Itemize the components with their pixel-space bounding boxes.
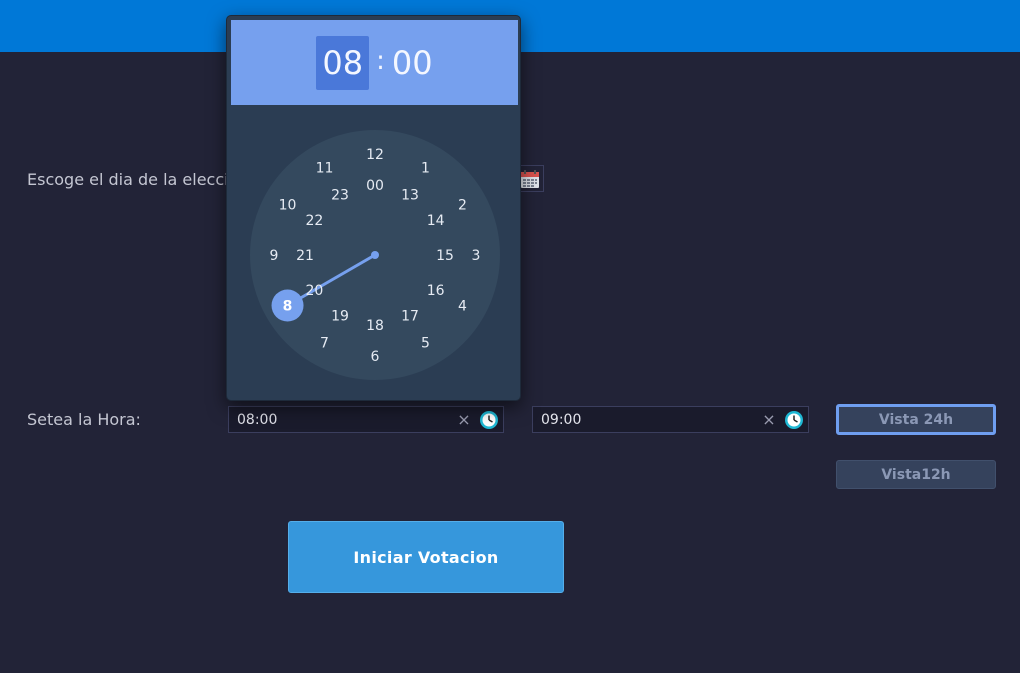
- inner-hour-18[interactable]: 18: [366, 318, 384, 334]
- time-picker-popup: 08 : 00 12 1 2 3 4 5 6 7 8 9 10 11 00 13 14 15 16 17 18 19 2…: [226, 15, 521, 401]
- view-24h-button[interactable]: Vista 24h: [836, 404, 996, 435]
- outer-hour-3[interactable]: 3: [472, 248, 481, 264]
- outer-hour-10[interactable]: 10: [279, 198, 297, 214]
- end-time-field[interactable]: 09:00 ×: [532, 406, 809, 433]
- inner-hour-14[interactable]: 14: [427, 213, 445, 229]
- clear-icon[interactable]: ×: [453, 411, 475, 428]
- outer-hour-9[interactable]: 9: [270, 248, 279, 264]
- clear-icon[interactable]: ×: [758, 411, 780, 428]
- calendar-icon: [521, 169, 539, 188]
- inner-hour-16[interactable]: 16: [427, 283, 445, 299]
- view-12h-button[interactable]: Vista12h: [836, 460, 996, 489]
- inner-hour-15[interactable]: 15: [436, 248, 454, 264]
- outer-hour-6[interactable]: 6: [371, 349, 380, 365]
- outer-hour-1[interactable]: 1: [421, 161, 430, 177]
- start-time-value[interactable]: 08:00: [229, 412, 453, 428]
- clock-icon: [785, 410, 803, 429]
- inner-hour-00[interactable]: 00: [366, 178, 384, 194]
- outer-hour-4[interactable]: 4: [458, 299, 467, 315]
- inner-hour-21[interactable]: 21: [296, 248, 314, 264]
- election-date-label: Escoge el dia de la eleccio: [27, 170, 239, 189]
- outer-hour-5[interactable]: 5: [421, 335, 430, 351]
- outer-hour-11[interactable]: 11: [316, 161, 334, 177]
- clock-icon: [480, 410, 498, 429]
- inner-hour-22[interactable]: 22: [305, 213, 323, 229]
- clock-face[interactable]: 121234567891011001314151617181920212223: [227, 16, 521, 401]
- start-time-field[interactable]: 08:00 ×: [228, 406, 504, 433]
- end-time-value[interactable]: 09:00: [533, 412, 758, 428]
- inner-hour-19[interactable]: 19: [331, 309, 349, 325]
- inner-hour-17[interactable]: 17: [401, 309, 419, 325]
- inner-hour-13[interactable]: 13: [401, 187, 419, 203]
- inner-hour-23[interactable]: 23: [331, 187, 349, 203]
- outer-hour-2[interactable]: 2: [458, 198, 467, 214]
- clock-button[interactable]: [780, 410, 808, 430]
- clock-center: [371, 251, 379, 259]
- outer-hour-8[interactable]: 8: [283, 299, 293, 315]
- start-voting-button[interactable]: Iniciar Votacion: [288, 521, 564, 593]
- outer-hour-12[interactable]: 12: [366, 147, 384, 163]
- inner-hour-20[interactable]: 20: [305, 283, 323, 299]
- set-time-label: Setea la Hora:: [27, 410, 141, 429]
- clock-button[interactable]: [475, 410, 503, 430]
- outer-hour-7[interactable]: 7: [320, 335, 329, 351]
